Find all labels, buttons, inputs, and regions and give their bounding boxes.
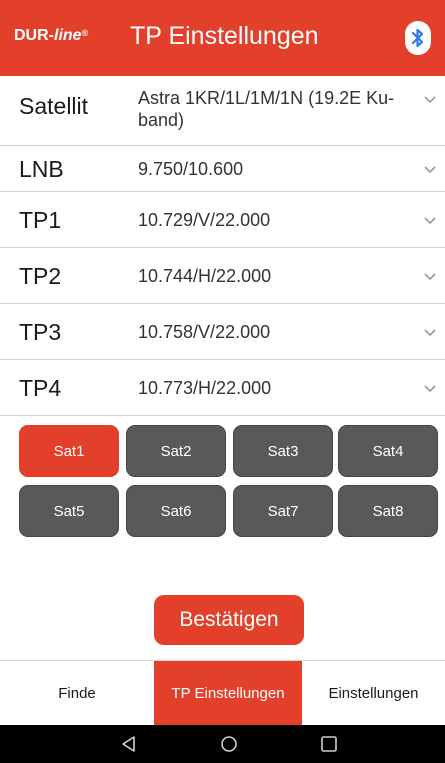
confirm-button[interactable]: Bestätigen	[154, 595, 304, 645]
brand-logo: DUR-line®	[14, 27, 88, 51]
row-tp4[interactable]: TP4 10.773/H/22.000	[0, 360, 445, 416]
row-label: TP3	[19, 319, 62, 345]
sat-button-4[interactable]: Sat4	[338, 425, 438, 477]
chevron-down-icon[interactable]	[423, 383, 437, 393]
row-value: 10.773/H/22.000	[138, 378, 272, 398]
bottom-tab-bar: Finde TP Einstellungen Einstellungen	[0, 660, 445, 726]
row-value: Astra 1KR/1L/1M/1N (19.2E Ku-band)	[138, 88, 395, 130]
sat-button-2[interactable]: Sat2	[126, 425, 226, 477]
chevron-down-icon[interactable]	[423, 271, 437, 281]
row-label: LNB	[19, 156, 64, 182]
row-label: Satellit	[19, 93, 89, 119]
home-icon[interactable]	[218, 734, 240, 754]
chevron-down-icon[interactable]	[423, 327, 437, 337]
brand-text-italic: line	[54, 27, 82, 44]
sat-button-3[interactable]: Sat3	[233, 425, 333, 477]
sat-button-7[interactable]: Sat7	[233, 485, 333, 537]
bluetooth-icon[interactable]	[405, 21, 431, 55]
app-screen: DUR-line® TP Einstellungen Satellit Astr…	[0, 0, 445, 763]
row-label: TP2	[19, 263, 62, 289]
system-nav-bar	[0, 725, 445, 763]
sat-button-5[interactable]: Sat5	[19, 485, 119, 537]
chevron-down-icon[interactable]	[423, 94, 437, 104]
sat-button-1[interactable]: Sat1	[19, 425, 119, 477]
recents-icon[interactable]	[318, 734, 340, 754]
app-header: DUR-line® TP Einstellungen	[0, 0, 445, 76]
row-tp2[interactable]: TP2 10.744/H/22.000	[0, 248, 445, 304]
row-value: 10.758/V/22.000	[138, 322, 271, 342]
sat-button-8[interactable]: Sat8	[338, 485, 438, 537]
brand-registered-mark: ®	[81, 28, 89, 38]
tab-tp-einstellungen[interactable]: TP Einstellungen	[154, 661, 302, 726]
tab-einstellungen[interactable]: Einstellungen	[302, 661, 445, 726]
back-icon[interactable]	[118, 734, 140, 754]
bluetooth-glyph	[411, 28, 424, 48]
row-tp3[interactable]: TP3 10.758/V/22.000	[0, 304, 445, 360]
row-value: 9.750/10.600	[138, 159, 244, 179]
row-label: TP1	[19, 207, 62, 233]
row-tp1[interactable]: TP1 10.729/V/22.000	[0, 192, 445, 248]
row-label: TP4	[19, 375, 62, 401]
chevron-down-icon[interactable]	[423, 164, 437, 174]
row-lnb[interactable]: LNB 9.750/10.600	[0, 146, 445, 192]
tab-finde[interactable]: Finde	[0, 661, 154, 726]
chevron-down-icon[interactable]	[423, 215, 437, 225]
brand-text: DUR-	[14, 27, 54, 44]
row-value: 10.729/V/22.000	[138, 210, 271, 230]
page-title: TP Einstellungen	[130, 22, 319, 50]
row-satellit[interactable]: Satellit Astra 1KR/1L/1M/1N (19.2E Ku-ba…	[0, 76, 445, 146]
row-value: 10.744/H/22.000	[138, 266, 272, 286]
sat-button-6[interactable]: Sat6	[126, 485, 226, 537]
